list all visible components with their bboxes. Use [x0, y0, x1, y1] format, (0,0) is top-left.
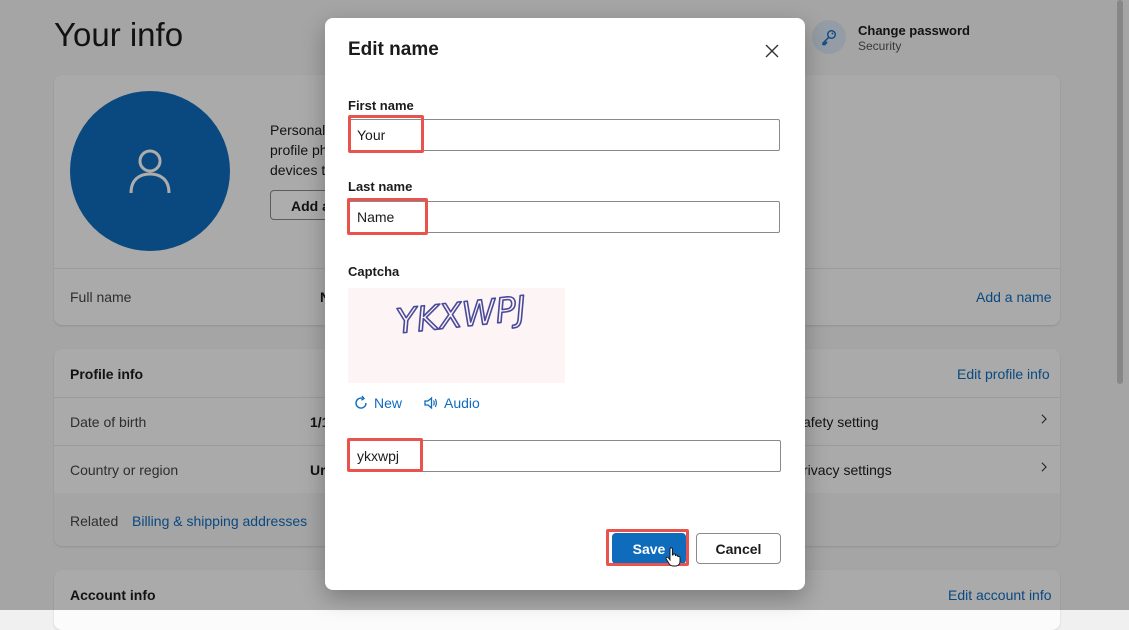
- captcha-input[interactable]: [348, 440, 781, 472]
- first-name-label: First name: [348, 98, 414, 113]
- close-button[interactable]: [761, 40, 783, 62]
- speaker-icon: [424, 396, 437, 410]
- captcha-new-button[interactable]: New: [353, 395, 402, 411]
- dialog-title: Edit name: [348, 39, 439, 60]
- captcha-audio-label: Audio: [444, 395, 480, 411]
- captcha-label: Captcha: [348, 264, 400, 279]
- cancel-button[interactable]: Cancel: [696, 533, 781, 564]
- save-button[interactable]: Save: [612, 533, 686, 564]
- refresh-icon: [355, 395, 367, 409]
- last-name-field[interactable]: [348, 201, 780, 233]
- first-name-field[interactable]: [348, 119, 780, 151]
- close-icon: [765, 44, 779, 58]
- edit-name-dialog: Edit name First name Last name Captcha Y…: [325, 18, 805, 590]
- captcha-image: YKXWPJ: [348, 288, 565, 383]
- captcha-text: YKXWPJ: [394, 289, 528, 342]
- captcha-audio-button[interactable]: Audio: [423, 395, 480, 411]
- captcha-new-label: New: [374, 395, 403, 411]
- last-name-label: Last name: [348, 179, 413, 194]
